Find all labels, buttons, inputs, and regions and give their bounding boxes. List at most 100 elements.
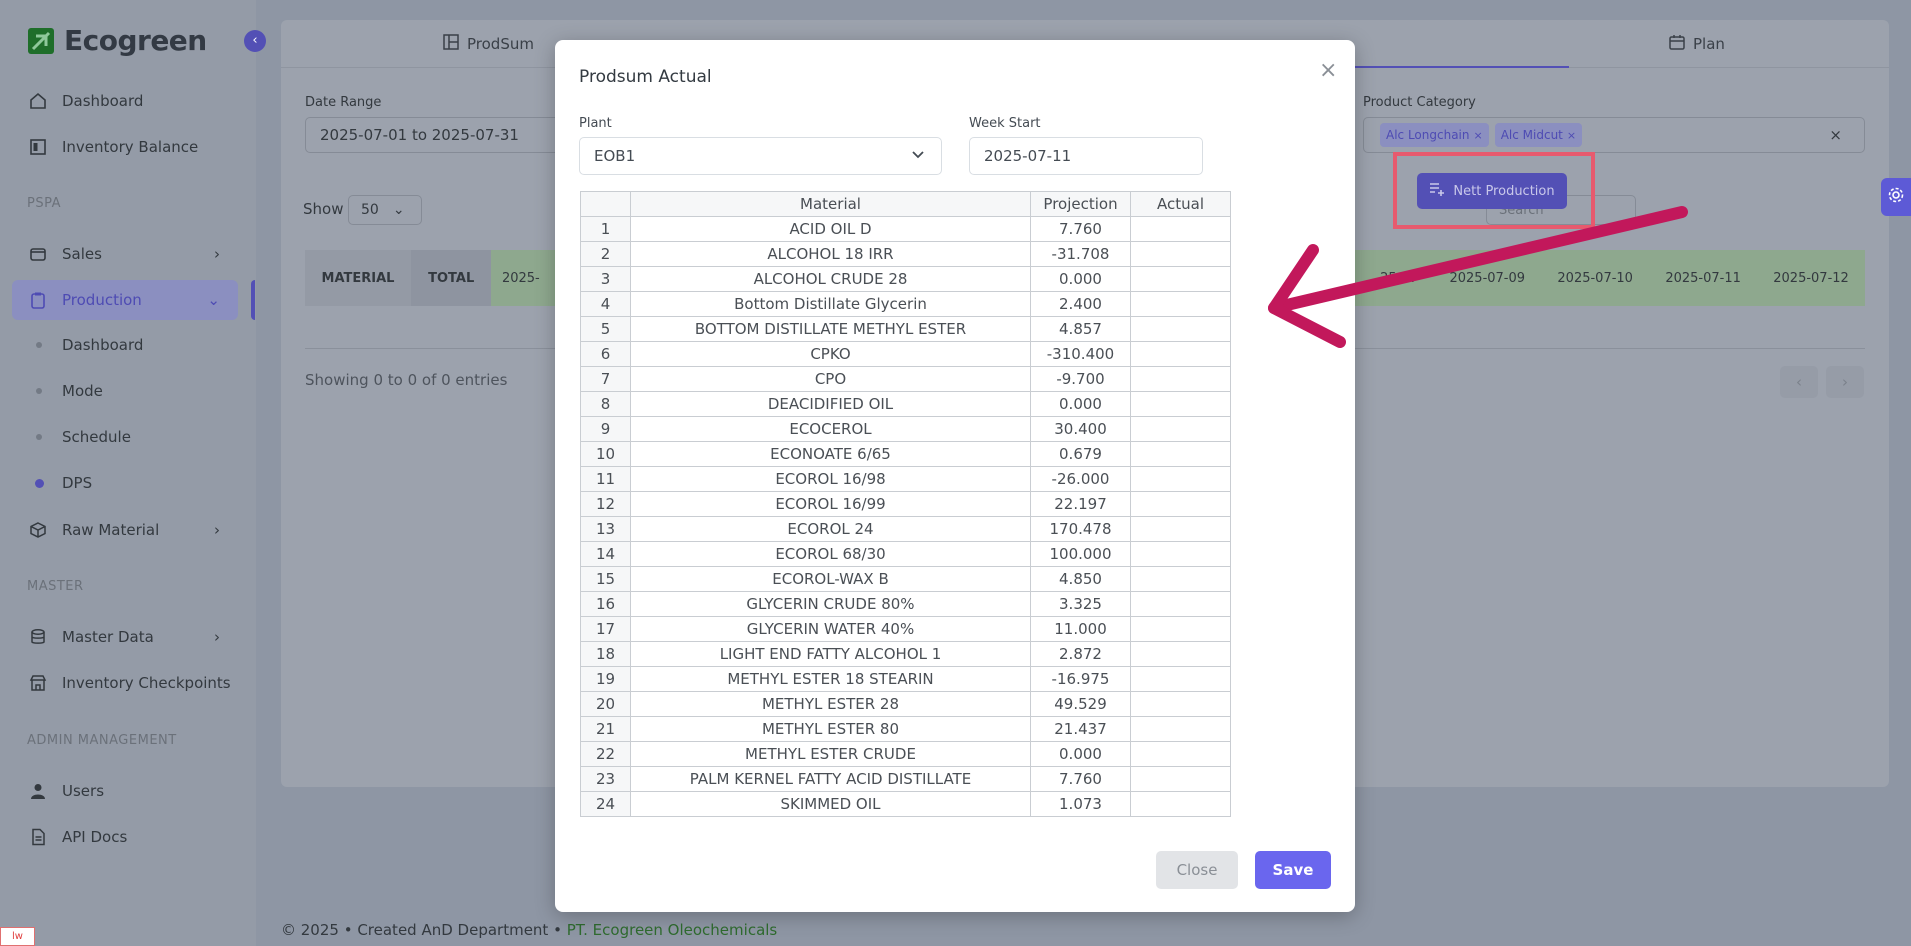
actual-input-cell[interactable] [1130,666,1231,692]
actual-input-cell[interactable] [1130,616,1231,642]
sidebar-subitem-dashboard[interactable]: Dashboard [36,336,143,354]
category-chip[interactable]: Alc Midcut × [1494,123,1583,147]
actual-input-cell[interactable] [1130,441,1231,467]
projection-cell: 100.000 [1030,541,1131,567]
sidebar-item-production[interactable]: Production ⌄ [12,280,238,320]
table-row: 7 CPO -9.700 [580,366,1231,392]
column-header[interactable]: 2025-07-12 [1757,250,1865,306]
remove-chip-icon[interactable]: × [1567,129,1576,142]
actual-input-cell[interactable] [1130,716,1231,742]
actual-input-cell[interactable] [1130,391,1231,417]
tab-plan[interactable]: Plan [1669,20,1725,68]
remove-chip-icon[interactable]: × [1474,129,1483,142]
row-number-cell: 20 [580,691,631,717]
column-header[interactable]: 2025-07-09 [1433,250,1542,306]
close-button[interactable]: Close [1156,851,1238,889]
actual-input-cell[interactable] [1130,341,1231,367]
column-header[interactable]: 25-07 [1364,250,1434,306]
sidebar-item-master-data[interactable]: Master Data › [12,617,238,657]
projection-cell: 3.325 [1030,591,1131,617]
category-chip[interactable]: Alc Longchain × [1380,123,1489,147]
material-cell: LIGHT END FATTY ALCOHOL 1 [630,641,1031,667]
column-header[interactable]: 2025-07-11 [1649,250,1758,306]
table-row: 5 BOTTOM DISTILLATE METHYL ESTER 4.857 [580,316,1231,342]
debug-badge-icon[interactable]: lw [0,927,35,946]
actual-input-cell[interactable] [1130,291,1231,317]
date-range-label: Date Range [305,95,382,110]
actual-input-cell[interactable] [1130,216,1231,242]
sidebar-item-sales[interactable]: Sales › [12,234,238,274]
column-header[interactable]: 2025- [491,250,551,306]
actual-input-cell[interactable] [1130,566,1231,592]
projection-cell: -31.708 [1030,241,1131,267]
sidebar-item-users[interactable]: Users [12,771,238,811]
sidebar-item-raw-material[interactable]: Raw Material › [12,510,238,550]
actual-input-cell[interactable] [1130,541,1231,567]
column-header[interactable]: MATERIAL [305,250,411,306]
actual-input-cell[interactable] [1130,791,1231,817]
actual-input-cell[interactable] [1130,241,1231,267]
actual-input-cell[interactable] [1130,591,1231,617]
actual-input-cell[interactable] [1130,266,1231,292]
sidebar-item-inventory-checkpoints[interactable]: Inventory Checkpoints [12,663,238,703]
sidebar-item-api-docs[interactable]: API Docs [12,817,238,857]
row-number-cell: 18 [580,641,631,667]
sidebar-item-inventory-balance[interactable]: Inventory Balance [12,127,238,167]
tab-active-underline [1341,66,1569,68]
actual-input-cell[interactable] [1130,691,1231,717]
settings-button[interactable] [1881,178,1911,216]
entries-info: Showing 0 to 0 of 0 entries [305,371,508,389]
bullet-icon [36,388,42,394]
sidebar-subitem-mode[interactable]: Mode [36,382,103,400]
date-range-input[interactable]: 2025-07-01 to 2025-07-31 [305,117,565,153]
material-cell: ECOROL 68/30 [630,541,1031,567]
row-number-cell: 14 [580,541,631,567]
previous-page-button[interactable]: ‹ [1780,366,1818,398]
page-length-select[interactable]: 50 ⌄ [348,195,422,225]
close-icon[interactable]: × [1319,58,1337,83]
footer-link[interactable]: PT. Ecogreen Oleochemicals [567,921,778,939]
actual-input-cell[interactable] [1130,641,1231,667]
actual-input-cell[interactable] [1130,741,1231,767]
week-start-input[interactable]: 2025-07-11 [969,137,1203,175]
actual-input-cell[interactable] [1130,766,1231,792]
projection-cell: -26.000 [1030,466,1131,492]
sidebar-item-dashboard[interactable]: Dashboard [12,81,238,121]
projection-cell: 4.850 [1030,566,1131,592]
sidebar-item-label: Inventory Checkpoints [62,674,231,692]
collapse-sidebar-button[interactable]: ‹ [244,30,266,52]
table-row: 3 ALCOHOL CRUDE 28 0.000 [580,266,1231,292]
clear-selection-icon[interactable]: × [1829,126,1842,144]
next-page-button[interactable]: › [1826,366,1864,398]
material-cell: ECOROL 16/99 [630,491,1031,517]
sidebar-subitem-dps[interactable]: DPS [35,474,92,492]
tab-label: ProdSum [467,35,534,53]
row-number-cell: 5 [580,316,631,342]
projection-cell: 2.400 [1030,291,1131,317]
row-number-cell: 4 [580,291,631,317]
material-cell: ECOCEROL [630,416,1031,442]
column-header: Material [630,191,1031,217]
brand[interactable]: Ecogreen [28,24,207,57]
table-row: 19 METHYL ESTER 18 STEARIN -16.975 [580,666,1231,692]
row-number-cell: 13 [580,516,631,542]
actual-input-cell[interactable] [1130,366,1231,392]
column-header[interactable]: TOTAL [410,250,492,306]
table-row: 23 PALM KERNEL FATTY ACID DISTILLATE 7.760 [580,766,1231,792]
product-category-select[interactable]: Alc Longchain × Alc Midcut × × [1363,117,1865,153]
ledger-icon [28,137,48,157]
table-row: 22 METHYL ESTER CRUDE 0.000 [580,741,1231,767]
sidebar-subitem-schedule[interactable]: Schedule [36,428,131,446]
table-icon [443,34,459,54]
actual-input-cell[interactable] [1130,466,1231,492]
column-header[interactable]: 2025-07-10 [1541,250,1650,306]
plant-select[interactable]: EOB1 [579,137,942,175]
material-cell: GLYCERIN WATER 40% [630,616,1031,642]
actual-input-cell[interactable] [1130,491,1231,517]
tab-prodsum[interactable]: ProdSum [443,20,534,68]
actual-input-cell[interactable] [1130,316,1231,342]
actual-input-cell[interactable] [1130,416,1231,442]
sidebar-item-label: Users [62,782,105,800]
save-button[interactable]: Save [1255,851,1331,889]
actual-input-cell[interactable] [1130,516,1231,542]
